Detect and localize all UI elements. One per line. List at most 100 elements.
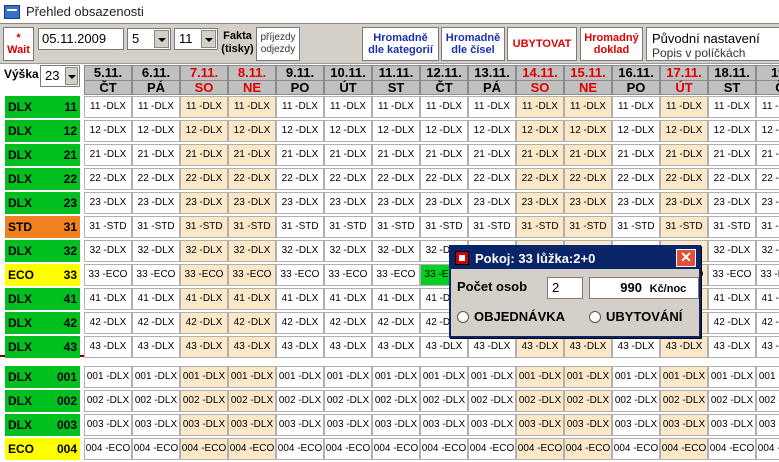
occupancy-cell[interactable]: 41 -DLX: [276, 288, 324, 310]
occupancy-cell[interactable]: 003 -DLX: [180, 414, 228, 436]
occupancy-cell[interactable]: 43 -DLX: [324, 336, 372, 358]
occupancy-cell[interactable]: 004 -ECO: [276, 438, 324, 460]
occupancy-cell[interactable]: 11 -DLX: [516, 96, 564, 118]
room-row-label[interactable]: DLX 21: [5, 144, 80, 166]
occupancy-cell[interactable]: 43 -DLX: [228, 336, 276, 358]
occupancy-cell[interactable]: 41 -DLX: [180, 288, 228, 310]
occupancy-cell[interactable]: 41 -DLX: [756, 288, 779, 310]
fakta-button[interactable]: Fakta (tisky): [219, 27, 256, 61]
radio-accommodation[interactable]: UBYTOVÁNÍ: [589, 309, 682, 324]
occupancy-cell[interactable]: 001 -DLX: [132, 366, 180, 388]
occupancy-cell[interactable]: 11 -DLX: [228, 96, 276, 118]
occupancy-cell[interactable]: 23 -DLX: [324, 192, 372, 214]
room-row-label[interactable]: DLX 002: [5, 390, 80, 412]
occupancy-cell[interactable]: 43 -DLX: [132, 336, 180, 358]
occupancy-cell[interactable]: 22 -DLX: [516, 168, 564, 190]
occupancy-cell[interactable]: 002 -DLX: [84, 390, 132, 412]
room-row-label[interactable]: DLX 42: [5, 312, 80, 334]
occupancy-cell[interactable]: 32 -DLX: [372, 240, 420, 262]
occupancy-cell[interactable]: 43 -DLX: [708, 336, 756, 358]
bulk-by-number-button[interactable]: Hromadně dle čísel: [441, 27, 505, 61]
occupancy-cell[interactable]: 41 -DLX: [324, 288, 372, 310]
occupancy-cell[interactable]: 12 -DLX: [372, 120, 420, 142]
occupancy-cell[interactable]: 004 -ECO: [468, 438, 516, 460]
room-row-label[interactable]: ECO 33: [5, 264, 80, 286]
date-input[interactable]: 05.11.2009: [38, 28, 124, 50]
occupancy-cell[interactable]: 004 -ECO: [180, 438, 228, 460]
occupancy-cell[interactable]: 21 -DLX: [276, 144, 324, 166]
price-field[interactable]: 990 Kč/noc: [589, 277, 699, 299]
occupancy-cell[interactable]: 003 -DLX: [420, 414, 468, 436]
occupancy-cell[interactable]: 12 -DLX: [516, 120, 564, 142]
occupancy-cell[interactable]: 001 -DLX: [468, 366, 516, 388]
day-column-header[interactable]: 18.11. ST: [708, 65, 756, 95]
occupancy-cell[interactable]: 12 -DLX: [420, 120, 468, 142]
occupancy-cell[interactable]: 004 -ECO: [660, 438, 708, 460]
occupancy-cell[interactable]: 21 -DLX: [132, 144, 180, 166]
occupancy-cell[interactable]: 001 -DLX: [660, 366, 708, 388]
occupancy-cell[interactable]: 12 -DLX: [228, 120, 276, 142]
occupancy-cell[interactable]: 22 -DLX: [708, 168, 756, 190]
occupancy-cell[interactable]: 32 -DLX: [324, 240, 372, 262]
occupancy-cell[interactable]: 41 -DLX: [372, 288, 420, 310]
occupancy-cell[interactable]: 001 -DLX: [564, 366, 612, 388]
occupancy-cell[interactable]: 23 -DLX: [516, 192, 564, 214]
occupancy-cell[interactable]: 12 -DLX: [324, 120, 372, 142]
occupancy-cell[interactable]: 002 -DLX: [276, 390, 324, 412]
occupancy-cell[interactable]: 23 -DLX: [708, 192, 756, 214]
occupancy-cell[interactable]: 12 -DLX: [468, 120, 516, 142]
chevron-down-icon[interactable]: [201, 30, 216, 48]
day-column-header[interactable]: 5.11. ČT: [84, 65, 132, 95]
occupancy-cell[interactable]: 21 -DLX: [228, 144, 276, 166]
occupancy-cell[interactable]: 22 -DLX: [660, 168, 708, 190]
occupancy-cell[interactable]: 22 -DLX: [84, 168, 132, 190]
occupancy-cell[interactable]: 31 -STD: [564, 216, 612, 238]
height-combo[interactable]: 23: [40, 65, 80, 87]
occupancy-cell[interactable]: 004 -ECO: [132, 438, 180, 460]
occupancy-cell[interactable]: 21 -DLX: [660, 144, 708, 166]
occupancy-cell[interactable]: 11 -DLX: [372, 96, 420, 118]
occupancy-cell[interactable]: 004 -ECO: [756, 438, 779, 460]
occupancy-cell[interactable]: 43 -DLX: [180, 336, 228, 358]
occupancy-cell[interactable]: 23 -DLX: [372, 192, 420, 214]
occupancy-cell[interactable]: 002 -DLX: [708, 390, 756, 412]
day-column-header[interactable]: 9.11. PO: [276, 65, 324, 95]
occupancy-cell[interactable]: 002 -DLX: [660, 390, 708, 412]
day-column-header[interactable]: 16.11. PO: [612, 65, 660, 95]
radio-reservation[interactable]: OBJEDNÁVKA: [457, 309, 565, 324]
occupancy-cell[interactable]: 42 -DLX: [180, 312, 228, 334]
room-row-label[interactable]: DLX 12: [5, 120, 80, 142]
occupancy-cell[interactable]: 22 -DLX: [564, 168, 612, 190]
occupancy-cell[interactable]: 002 -DLX: [468, 390, 516, 412]
occupancy-cell[interactable]: 22 -DLX: [372, 168, 420, 190]
occupancy-cell[interactable]: 22 -DLX: [324, 168, 372, 190]
occupancy-cell[interactable]: 002 -DLX: [372, 390, 420, 412]
room-row-label[interactable]: ECO 004: [5, 438, 80, 460]
occupancy-cell[interactable]: 001 -DLX: [612, 366, 660, 388]
chevron-down-icon[interactable]: [154, 30, 169, 48]
occupancy-cell[interactable]: 23 -DLX: [660, 192, 708, 214]
occupancy-cell[interactable]: 11 -DLX: [84, 96, 132, 118]
occupancy-cell[interactable]: 001 -DLX: [516, 366, 564, 388]
guest-count-input[interactable]: 2: [547, 277, 583, 299]
occupancy-cell[interactable]: 31 -STD: [372, 216, 420, 238]
occupancy-cell[interactable]: 22 -DLX: [468, 168, 516, 190]
occupancy-cell[interactable]: 31 -STD: [276, 216, 324, 238]
occupancy-cell[interactable]: 003 -DLX: [612, 414, 660, 436]
occupancy-cell[interactable]: 32 -DLX: [132, 240, 180, 262]
occupancy-cell[interactable]: 003 -DLX: [324, 414, 372, 436]
occupancy-cell[interactable]: 004 -ECO: [420, 438, 468, 460]
occupancy-cell[interactable]: 32 -DLX: [276, 240, 324, 262]
occupancy-cell[interactable]: 42 -DLX: [84, 312, 132, 334]
day-column-header[interactable]: 7.11. SO: [180, 65, 228, 95]
occupancy-cell[interactable]: 12 -DLX: [84, 120, 132, 142]
occupancy-cell[interactable]: 001 -DLX: [276, 366, 324, 388]
occupancy-cell[interactable]: 42 -DLX: [324, 312, 372, 334]
bulk-invoice-button[interactable]: Hromadný doklad: [580, 27, 643, 61]
occupancy-cell[interactable]: 004 -ECO: [612, 438, 660, 460]
occupancy-cell[interactable]: 003 -DLX: [708, 414, 756, 436]
occupancy-cell[interactable]: 004 -ECO: [708, 438, 756, 460]
occupancy-cell[interactable]: 002 -DLX: [612, 390, 660, 412]
occupancy-cell[interactable]: 12 -DLX: [276, 120, 324, 142]
occupancy-cell[interactable]: 23 -DLX: [84, 192, 132, 214]
